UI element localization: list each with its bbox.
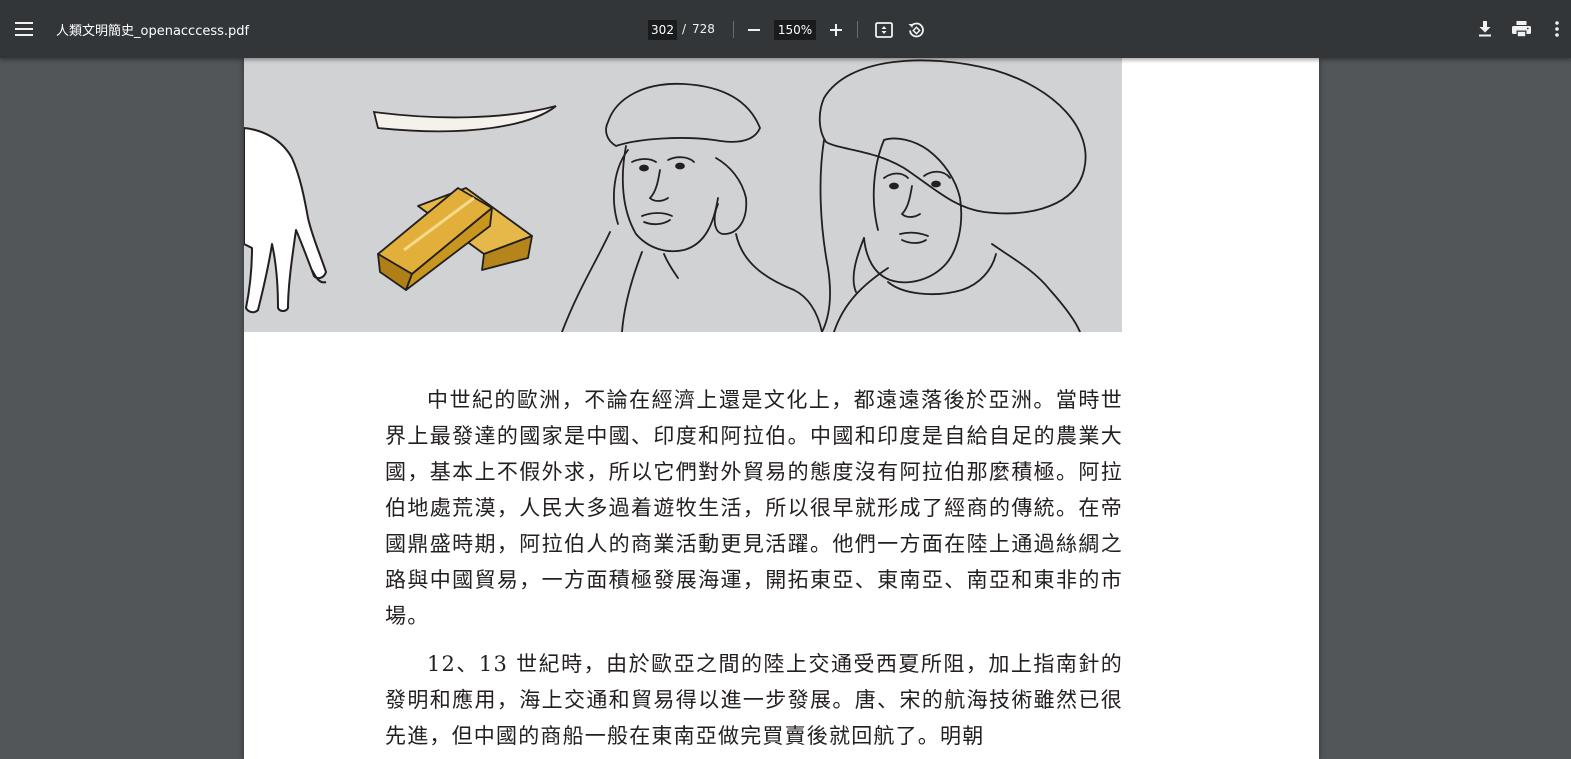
- paragraph: 中世紀的歐洲，不論在經濟上還是文化上，都遠遠落後於亞洲。當時世界上最發達的國家是…: [385, 388, 1123, 628]
- toolbar-divider: [857, 21, 858, 38]
- fit-page-icon: [875, 22, 893, 38]
- ivory-tusk-icon: [372, 105, 557, 133]
- page-body-text: 中世紀的歐洲，不論在經濟上還是文化上，都遠遠落後於亞洲。當時世界上最發達的國家是…: [385, 382, 1123, 759]
- more-vert-icon: [1555, 21, 1559, 37]
- menu-button[interactable]: [12, 17, 36, 41]
- horse-icon: [244, 127, 327, 314]
- zoom-in-button[interactable]: [825, 19, 847, 41]
- print-icon: [1511, 20, 1531, 37]
- fit-page-button[interactable]: [873, 19, 895, 41]
- toolbar-divider: [733, 21, 734, 38]
- print-button[interactable]: [1508, 18, 1534, 40]
- document-title: 人類文明簡史_openacccess.pdf: [56, 24, 250, 39]
- merchant-portrait-icon: [561, 83, 823, 332]
- page-illustration: [244, 58, 1122, 332]
- zoom-out-button[interactable]: [743, 19, 765, 41]
- zoom-out-icon: [748, 29, 760, 31]
- pdf-toolbar: 人類文明簡史_openacccess.pdf / 728: [0, 0, 1571, 58]
- rotate-button[interactable]: [905, 19, 927, 41]
- page-number-input[interactable]: [648, 20, 677, 40]
- page-total: 728: [692, 22, 715, 36]
- pdf-page: 中世紀的歐洲，不論在經濟上還是文化上，都遠遠落後於亞洲。當時世界上最發達的國家是…: [244, 58, 1319, 759]
- gold-bars-icon: [377, 187, 533, 291]
- more-options-button[interactable]: [1548, 18, 1566, 40]
- illustration-svg: [244, 59, 1087, 332]
- download-button[interactable]: [1474, 18, 1496, 40]
- download-icon: [1479, 21, 1491, 37]
- zoom-in-icon: [830, 24, 842, 36]
- paragraph: 12、13 世紀時，由於歐亞之間的陸上交通受西夏所阻，加上指南針的發明和應用，海…: [385, 652, 1123, 748]
- rotate-icon: [908, 22, 924, 38]
- menu-icon: [15, 22, 33, 36]
- merchant-wide-hat-portrait-icon: [818, 59, 1087, 332]
- zoom-level-input[interactable]: [774, 20, 816, 40]
- page-separator: /: [682, 22, 687, 36]
